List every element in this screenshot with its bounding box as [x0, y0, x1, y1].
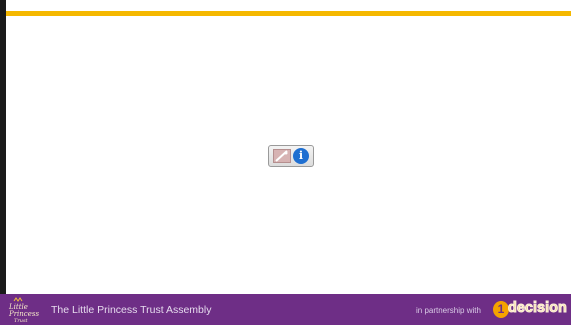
partnership-text: in partnership with	[416, 306, 481, 315]
decision-logo-badge: 1	[493, 301, 509, 318]
footer-title: The Little Princess Trust Assembly	[51, 304, 212, 316]
little-princess-trust-logo: Little Princess Trust	[8, 297, 48, 324]
decision-logo-word: decision	[508, 300, 568, 317]
svg-text:Trust: Trust	[14, 318, 29, 323]
decision-logo: 1 decision	[493, 300, 568, 319]
missing-media-placeholder[interactable]: i	[268, 145, 314, 167]
footer-bar: Little Princess Trust The Little Princes…	[0, 294, 571, 325]
top-band	[6, 0, 571, 11]
svg-text:Princess: Princess	[8, 310, 39, 318]
slide-frame: i Little Princess Trust The Little Princ…	[0, 0, 571, 325]
broken-image-icon	[273, 149, 291, 163]
info-icon: i	[293, 148, 309, 164]
